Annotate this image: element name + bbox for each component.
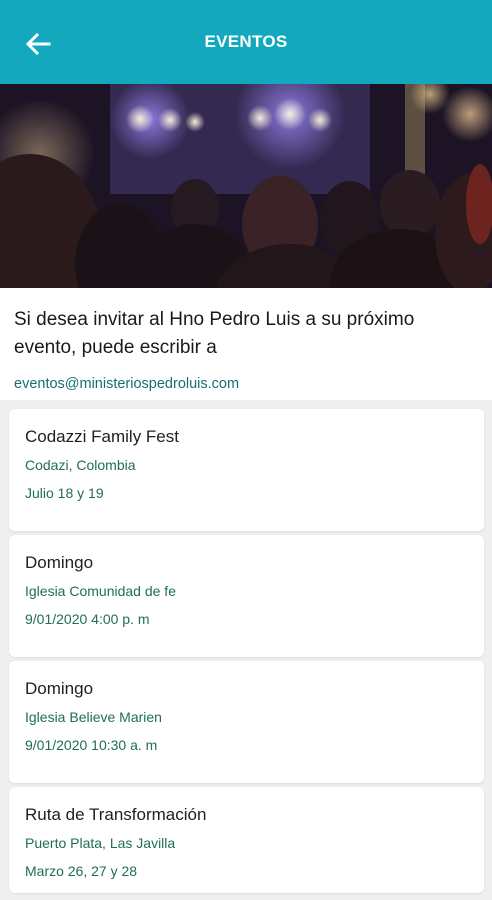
email-link[interactable]: eventos@ministeriospedroluis.com bbox=[14, 376, 239, 392]
event-place: Codazi, Colombia bbox=[25, 457, 136, 473]
event-title: Codazzi Family Fest bbox=[25, 427, 179, 446]
intro-section: Si desea invitar al Hno Pedro Luis a su … bbox=[0, 288, 492, 400]
intro-text: Si desea invitar al Hno Pedro Luis a su … bbox=[14, 309, 415, 358]
event-title: Domingo bbox=[25, 553, 94, 572]
event-place: Iglesia Comunidad de fe bbox=[25, 583, 176, 599]
event-title: Domingo bbox=[25, 679, 94, 698]
event-place: Puerto Plata, Las Javilla bbox=[25, 835, 176, 851]
event-date: Julio 18 y 19 bbox=[25, 485, 104, 501]
page-title: EVENTOS bbox=[204, 32, 288, 51]
back-button[interactable] bbox=[14, 24, 62, 64]
event-place: Iglesia Believe Marien bbox=[25, 709, 162, 725]
hero-image bbox=[0, 84, 492, 288]
event-title: Ruta de Transformación bbox=[25, 805, 207, 824]
event-date: Marzo 26, 27 y 28 bbox=[25, 863, 138, 879]
event-date: 9/01/2020 10:30 a. m bbox=[25, 737, 158, 753]
event-card[interactable]: Domingo Iglesia Believe Marien 9/01/2020… bbox=[9, 661, 484, 783]
event-card[interactable]: Ruta de Transformación Puerto Plata, Las… bbox=[9, 787, 484, 893]
arrow-left-icon bbox=[25, 32, 51, 56]
event-card[interactable]: Codazzi Family Fest Codazi, Colombia Jul… bbox=[9, 409, 484, 531]
event-card[interactable]: Domingo Iglesia Comunidad de fe 9/01/202… bbox=[9, 535, 484, 657]
event-date: 9/01/2020 4:00 p. m bbox=[25, 611, 150, 627]
app-bar: EVENTOS bbox=[0, 0, 492, 84]
